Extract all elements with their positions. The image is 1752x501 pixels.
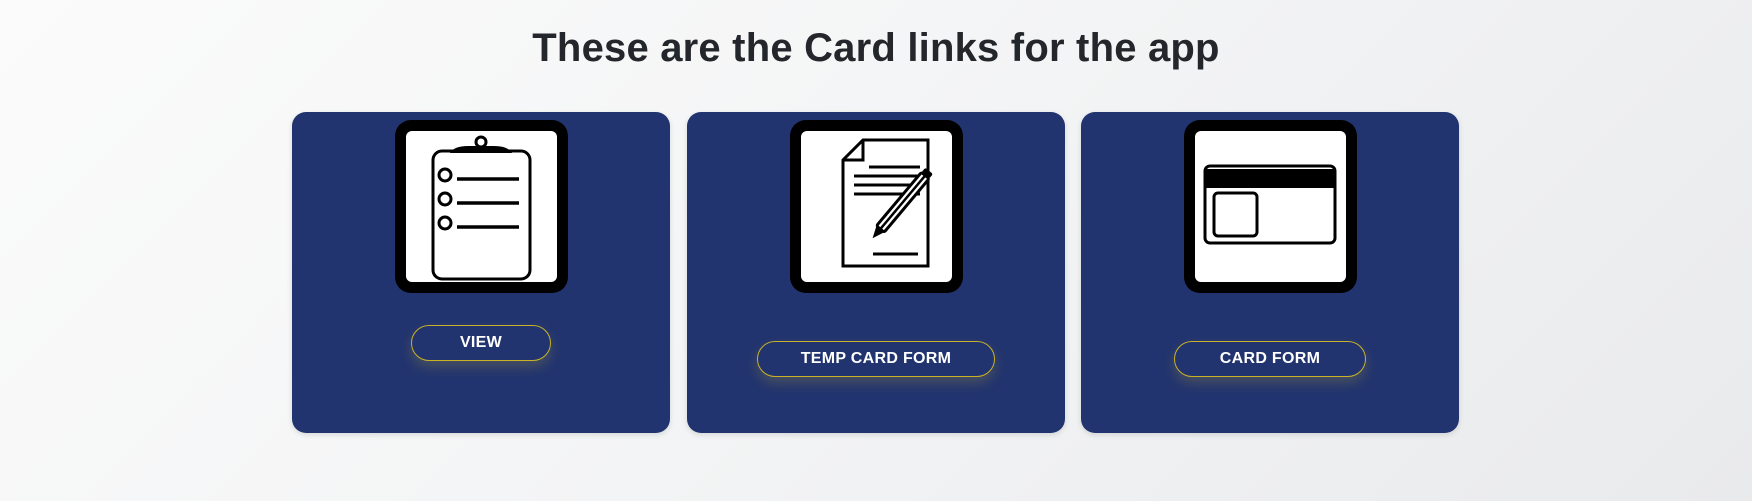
card-temp-card-form: TEMP CARD FORM: [687, 112, 1065, 433]
card-form-button[interactable]: CARD FORM: [1174, 341, 1366, 377]
clipboard-checklist-icon[interactable]: [395, 120, 568, 293]
credit-card-icon[interactable]: [1184, 120, 1357, 293]
card-card-form: CARD FORM: [1081, 112, 1459, 433]
page-title: These are the Card links for the app: [532, 26, 1220, 70]
document-pen-icon[interactable]: [790, 120, 963, 293]
view-button[interactable]: VIEW: [411, 325, 551, 361]
card-view: VIEW: [292, 112, 670, 433]
temp-card-form-button[interactable]: TEMP CARD FORM: [757, 341, 995, 377]
